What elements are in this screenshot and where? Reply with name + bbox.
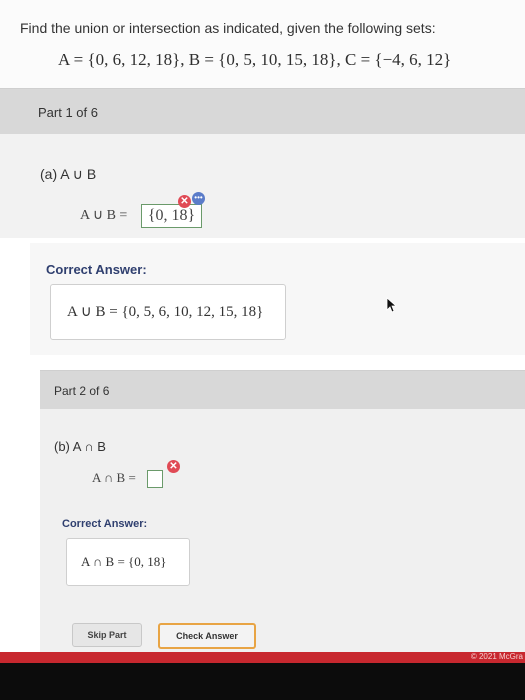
part-b-label: (b) A ∩ B [54, 439, 106, 454]
part-b-answer-line: A ∩ B = [92, 470, 164, 489]
part-a-label: (a) A ∪ B [40, 166, 97, 182]
footer-bar: © 2021 McGra [0, 652, 525, 663]
question-prompt: Find the union or intersection as indica… [20, 20, 436, 36]
part-1-section: Part 1 of 6 [0, 88, 525, 238]
part-b-correct-text: A ∩ B = {0, 18} [81, 554, 167, 569]
given-sets: A = {0, 6, 12, 18}, B = {0, 5, 10, 15, 1… [58, 50, 452, 69]
part-2-title: Part 2 of 6 [54, 384, 110, 398]
part-2-header: Part 2 of 6 [40, 370, 525, 409]
part-a-answer-prefix: A ∪ B = [80, 208, 128, 224]
part-1-title: Part 1 of 6 [38, 105, 98, 120]
x-badge-icon[interactable]: ✕ [167, 460, 180, 473]
part-b-answer-input[interactable] [147, 470, 164, 489]
part-2-section: Part 2 of 6 Correct Answer: A ∩ B = {0, … [40, 370, 525, 655]
part-a-answer-input[interactable]: {0, 18} [140, 204, 203, 228]
part-a-correct-box: A ∪ B = {0, 5, 6, 10, 12, 15, 18} [50, 284, 286, 340]
mouse-cursor-icon [386, 297, 398, 313]
copyright-text: © 2021 McGra [470, 652, 523, 661]
part-a-correct-title: Correct Answer: [46, 262, 147, 277]
part-b-answer-prefix: A ∩ B = [92, 470, 136, 485]
skip-part-button[interactable]: Skip Part [72, 623, 142, 647]
more-options-icon[interactable]: ••• [192, 192, 205, 205]
screen-bezel [0, 663, 525, 700]
part-a-correct-text: A ∪ B = {0, 5, 6, 10, 12, 15, 18} [67, 304, 264, 320]
question-header: Find the union or intersection as indica… [0, 0, 525, 90]
part-a-correct-panel: Correct Answer: A ∪ B = {0, 5, 6, 10, 12… [30, 243, 525, 355]
part-b-correct-title: Correct Answer: [62, 518, 148, 530]
x-badge-icon[interactable]: ✕ [178, 195, 191, 208]
check-answer-button[interactable]: Check Answer [158, 623, 256, 649]
part-b-correct-box: A ∩ B = {0, 18} [66, 538, 190, 586]
part-1-header: Part 1 of 6 [0, 88, 525, 134]
